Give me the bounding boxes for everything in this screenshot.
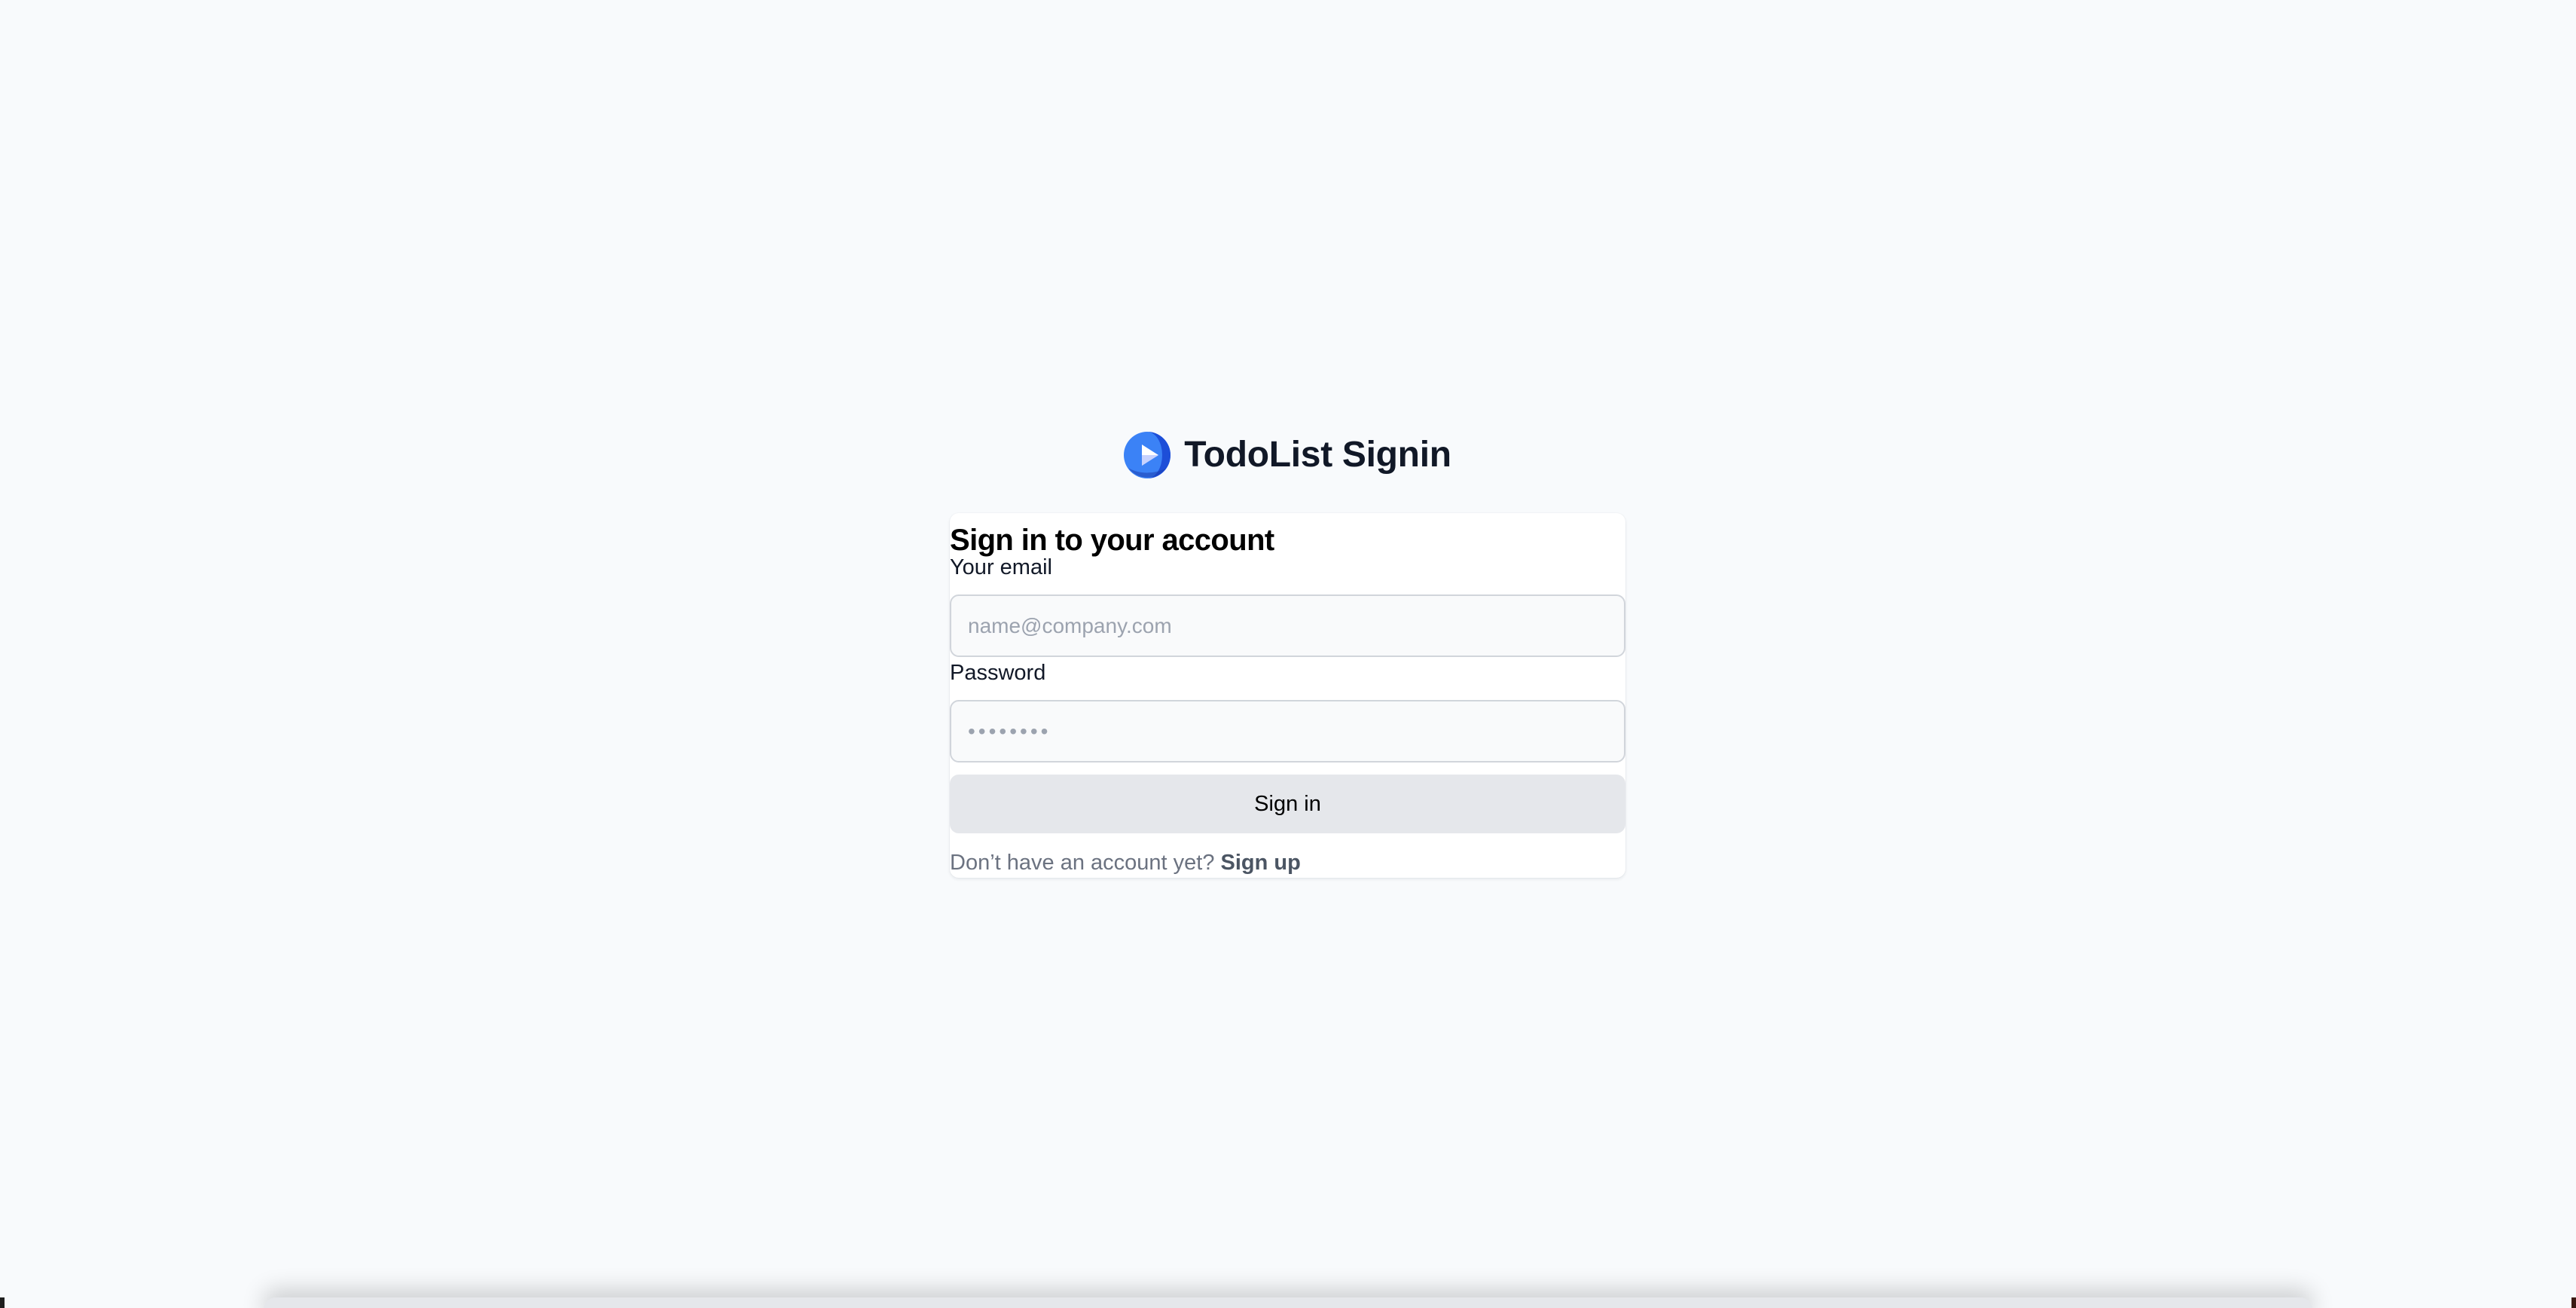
play-logo-icon: [1124, 432, 1171, 478]
email-field[interactable]: [950, 594, 1625, 657]
corner-shadow-right: [2571, 1297, 2576, 1308]
corner-shadow-left: [0, 1297, 5, 1308]
brand-link[interactable]: TodoList Signin: [1124, 429, 1451, 481]
signup-link[interactable]: Sign up: [1221, 851, 1301, 875]
brand-title: TodoList Signin: [1184, 435, 1451, 475]
email-label: Your email: [950, 555, 1052, 579]
password-label: Password: [950, 661, 1046, 685]
signin-button[interactable]: Sign in: [950, 775, 1625, 833]
signin-card: Sign in to your account Your email Passw…: [950, 513, 1625, 878]
signup-row: Don’t have an account yet? Sign up: [950, 848, 1301, 878]
brand-header: TodoList Signin: [0, 429, 2576, 481]
password-field[interactable]: [950, 700, 1625, 762]
signin-page: TodoList Signin Sign in to your account …: [0, 0, 2576, 1308]
signup-prompt: Don’t have an account yet?: [950, 851, 1215, 875]
window-bottom-edge: [264, 1297, 2312, 1308]
